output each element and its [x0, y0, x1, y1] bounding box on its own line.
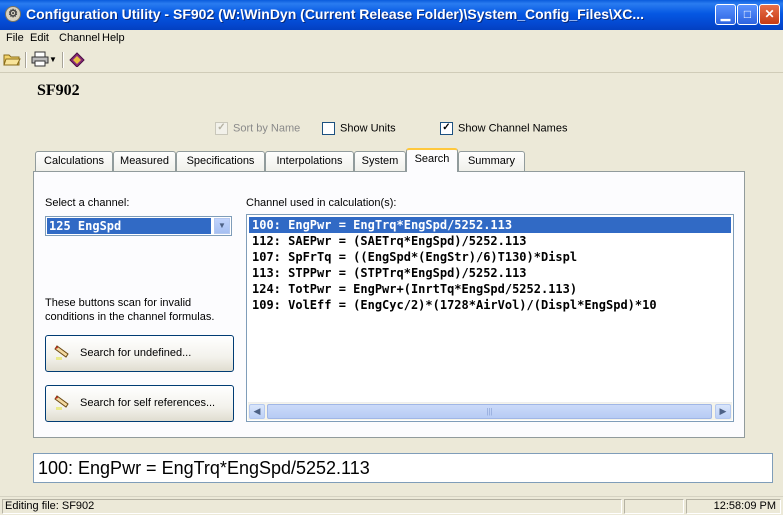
search-self-references-button[interactable]: Search for self references... [45, 385, 234, 422]
show-units-checkbox[interactable]: Show Units [322, 122, 396, 136]
menu-channel[interactable]: Channel [59, 32, 100, 44]
status-file: Editing file: SF902 [2, 499, 622, 514]
book-icon[interactable] [68, 51, 86, 69]
maximize-icon[interactable]: □ [737, 4, 758, 25]
channel-select-value: 125 EngSpd [47, 218, 211, 234]
select-channel-label: Select a channel: [45, 197, 130, 209]
app-icon[interactable]: ⚙ [5, 6, 21, 22]
scroll-right-icon[interactable]: ▶ [715, 404, 731, 419]
menu-edit[interactable]: Edit [30, 32, 49, 44]
title-bar: ⚙ Configuration Utility - SF902 (W:\WinD… [0, 0, 783, 30]
window-title: Configuration Utility - SF902 (W:\WinDyn… [26, 6, 645, 22]
show-channel-names-checkbox[interactable]: ✓ Show Channel Names [440, 122, 567, 136]
print-icon[interactable] [31, 51, 49, 69]
status-bar: Editing file: SF902 12:58:09 PM [0, 496, 783, 515]
tab-system[interactable]: System [354, 151, 406, 171]
horizontal-scrollbar[interactable]: ◀ ||| ▶ [248, 402, 732, 420]
menu-file[interactable]: File [6, 32, 24, 44]
checkbox-box: ✓ [440, 122, 453, 135]
pencil-icon [54, 345, 69, 360]
config-name: SF902 [37, 82, 80, 99]
tab-measured[interactable]: Measured [113, 151, 176, 171]
tab-specifications[interactable]: Specifications [176, 151, 265, 171]
checkbox-box [322, 122, 335, 135]
tab-summary[interactable]: Summary [458, 151, 525, 171]
open-folder-icon[interactable] [3, 51, 21, 69]
scrollbar-thumb[interactable]: ||| [267, 404, 712, 419]
search-undefined-button[interactable]: Search for undefined... [45, 335, 234, 372]
menu-bar: File Edit Channel Help [0, 30, 783, 48]
toolbar-separator [25, 52, 27, 68]
tab-calculations[interactable]: Calculations [35, 151, 113, 171]
sort-by-name-checkbox[interactable]: ✓ Sort by Name [215, 122, 300, 136]
formula-display[interactable]: 100: EngPwr = EngTrq*EngSpd/5252.113 [33, 453, 773, 483]
tab-interpolations[interactable]: Interpolations [265, 151, 354, 171]
close-icon[interactable]: ✕ [759, 4, 780, 25]
list-item[interactable]: 100: EngPwr = EngTrq*EngSpd/5252.113 [249, 217, 731, 233]
chevron-down-icon[interactable]: ▼ [214, 218, 230, 234]
toolbar-separator [62, 52, 64, 68]
search-hint-text: These buttons scan for invalid condition… [45, 297, 215, 323]
scroll-left-icon[interactable]: ◀ [249, 404, 265, 419]
status-time: 12:58:09 PM [686, 499, 781, 514]
used-in-calculations-label: Channel used in calculation(s): [246, 197, 397, 209]
checkbox-box: ✓ [215, 122, 228, 135]
list-item[interactable]: 113: STPPwr = (STPTrq*EngSpd)/5252.113 [249, 265, 731, 281]
tab-search[interactable]: Search [406, 148, 458, 172]
channel-select[interactable]: 125 EngSpd ▼ [45, 216, 232, 236]
dropdown-arrow-icon[interactable]: ▼ [48, 51, 58, 69]
status-panel-empty [624, 499, 684, 514]
minimize-icon[interactable]: ▁ [715, 4, 736, 25]
list-item[interactable]: 107: SpFrTq = ((EngSpd*(EngStr)/6)T130)*… [249, 249, 731, 265]
menu-help[interactable]: Help [102, 32, 125, 44]
list-item[interactable]: 124: TotPwr = EngPwr+(InrtTq*EngSpd/5252… [249, 281, 731, 297]
calculation-results-list[interactable]: 100: EngPwr = EngTrq*EngSpd/5252.113 112… [246, 214, 734, 422]
pencil-icon [54, 395, 69, 410]
toolbar: ▼ [0, 48, 783, 73]
list-item[interactable]: 109: VolEff = (EngCyc/2)*(1728*AirVol)/(… [249, 297, 731, 313]
list-item[interactable]: 112: SAEPwr = (SAETrq*EngSpd)/5252.113 [249, 233, 731, 249]
